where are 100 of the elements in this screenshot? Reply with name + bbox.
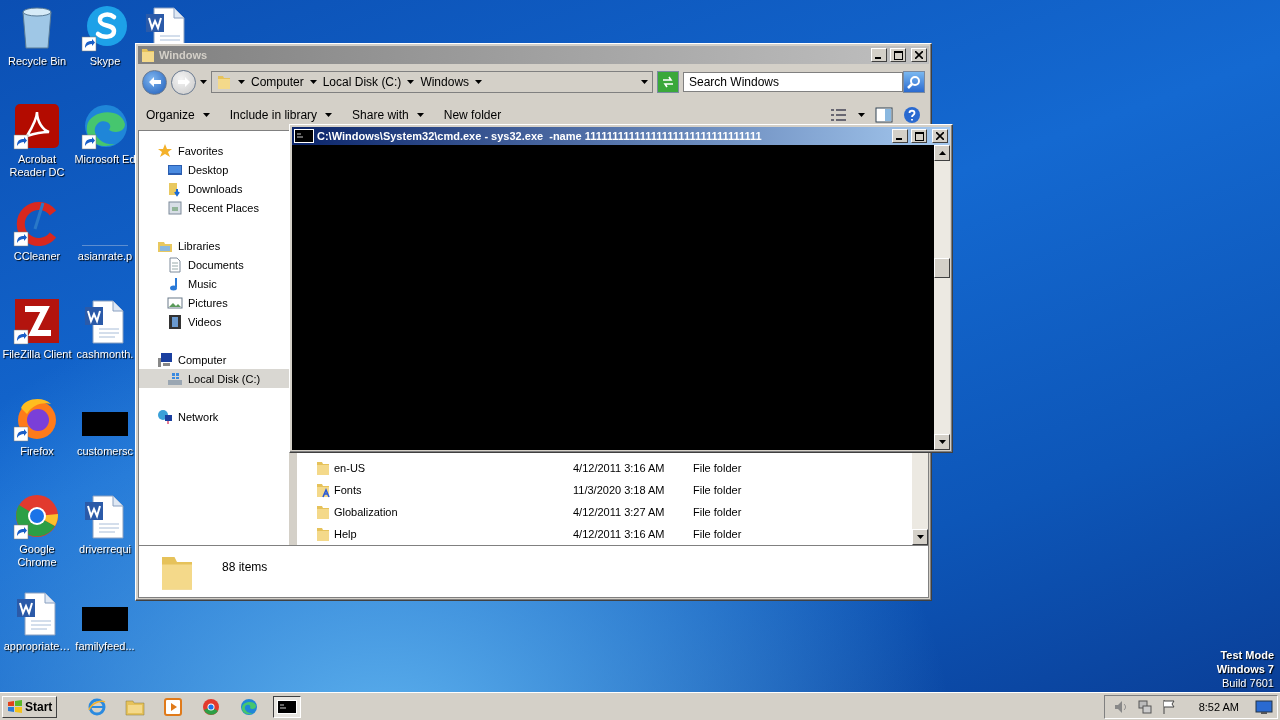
address-bar[interactable]: Computer Local Disk (C:) Windows — [211, 71, 653, 93]
toolbar-button[interactable]: Include in library — [229, 108, 333, 122]
toolbar-button[interactable]: New folder — [443, 108, 502, 122]
toolbar-button[interactable]: Organize — [146, 108, 210, 122]
help-icon[interactable] — [903, 106, 921, 124]
preview-pane-icon[interactable] — [875, 107, 893, 123]
scroll-down-icon — [938, 440, 946, 444]
recent-places-icon — [167, 199, 183, 216]
computer-icon — [157, 351, 173, 368]
play-icon[interactable] — [164, 697, 183, 716]
console-icon[interactable] — [294, 129, 314, 143]
maximize-button[interactable] — [911, 129, 927, 143]
sidebar-item[interactable]: Computer — [139, 350, 289, 369]
desktop-icon-label[interactable]: Microsoft Ed — [74, 152, 136, 166]
s-logo-icon — [81, 4, 129, 52]
caret-icon — [407, 80, 415, 84]
document-icon — [167, 256, 183, 273]
picture-icon — [167, 294, 183, 311]
desktop-icon-label[interactable]: Acrobat Reader DC — [1, 152, 73, 179]
sidebar-item[interactable]: Music — [139, 274, 289, 293]
desktop-icon-label[interactable]: Firefox — [20, 445, 54, 458]
swirl-logo-icon[interactable] — [240, 697, 259, 716]
desktop-icon-label[interactable]: cashmonth. — [76, 347, 134, 361]
sidebar-item[interactable]: Pictures — [139, 293, 289, 312]
desktop-notice: Build 7601 — [1222, 676, 1274, 690]
redacted-icon — [82, 607, 128, 631]
file-date: 11/3/2020 3:18 AM — [573, 484, 666, 496]
desktop-notice: Windows 7 — [1216, 662, 1274, 676]
browser-e-icon[interactable] — [88, 697, 107, 716]
minimize-button[interactable] — [892, 129, 908, 143]
scroll-down-button[interactable] — [934, 434, 950, 450]
folder-icon — [216, 74, 232, 90]
scroll-up-button[interactable] — [934, 145, 950, 161]
view-options-icon[interactable] — [830, 108, 848, 122]
desktop-notice: Test Mode — [1220, 648, 1274, 662]
desktop-icon-label[interactable]: Recycle Bin — [7, 55, 67, 68]
maximize-icon — [914, 131, 924, 141]
show-desktop-icon[interactable] — [1255, 698, 1273, 715]
document-logo-icon — [13, 101, 61, 150]
scroll-down-button[interactable] — [912, 529, 928, 545]
fonts-folder-icon — [315, 482, 331, 498]
back-button[interactable] — [142, 69, 167, 95]
search-field[interactable]: Search Windows — [683, 72, 903, 92]
clock[interactable]: 8:52 AM — [1198, 700, 1239, 713]
close-button[interactable] — [911, 48, 927, 62]
scroll-thumb[interactable] — [934, 257, 950, 278]
sidebar-item[interactable]: Local Disk (C:) — [139, 369, 289, 388]
search-button[interactable] — [903, 71, 925, 93]
address-dropdown-icon — [641, 80, 648, 84]
sidebar-item[interactable]: Libraries — [139, 236, 289, 255]
sidebar-item[interactable]: Network — [139, 407, 289, 426]
desktop-icon-label[interactable]: appropriate… — [3, 640, 71, 653]
desktop-icon-label[interactable]: driverrequi — [79, 542, 131, 556]
sidebar-item[interactable]: Videos — [139, 312, 289, 331]
window-title: Windows — [159, 49, 209, 61]
caret-icon — [416, 113, 424, 117]
desktop-icon-label[interactable]: asianrate.p — [77, 250, 133, 263]
folder-download-icon — [167, 180, 183, 197]
file-type: File folder — [693, 462, 743, 474]
close-icon — [936, 132, 944, 140]
sidebar-item[interactable]: Favorites — [139, 141, 289, 160]
desktop-icon-label[interactable]: familyfeed... — [75, 640, 135, 653]
desktop-icon-label[interactable]: customersc — [76, 445, 134, 458]
desktop-icon-label[interactable]: Skype — [89, 55, 121, 68]
maximize-button[interactable] — [890, 48, 906, 62]
file-name: Globalization — [334, 506, 398, 518]
desktop-icon-label[interactable]: FileZilla Client — [2, 347, 72, 361]
sidebar-item[interactable]: Recent Places — [139, 198, 289, 217]
flag-icon[interactable] — [1160, 698, 1177, 715]
forward-button[interactable] — [171, 69, 196, 95]
desktop-icon-label[interactable]: CCleaner — [13, 250, 61, 263]
app-logo-icon — [13, 296, 61, 345]
breadcrumb-item[interactable]: Windows — [420, 75, 470, 89]
close-button[interactable] — [932, 129, 948, 143]
network-icon[interactable] — [1136, 698, 1153, 715]
breadcrumb-item[interactable]: Computer — [251, 75, 304, 89]
browser-logo-icon[interactable] — [202, 697, 221, 716]
globe-icon — [157, 408, 173, 425]
start-button[interactable]: Start — [2, 695, 58, 718]
caret-icon — [325, 113, 333, 117]
breadcrumb-item[interactable]: Local Disk (C:) — [322, 75, 402, 89]
search-icon — [907, 75, 921, 89]
sidebar-item[interactable]: Documents — [139, 255, 289, 274]
toolbar-button[interactable]: Share with — [352, 108, 424, 122]
file-name: en-US — [334, 462, 366, 474]
sidebar-item[interactable]: Desktop — [139, 160, 289, 179]
folder-icon — [140, 47, 156, 63]
windows-flag-icon — [7, 699, 23, 714]
desktop-icon-label[interactable]: Google Chrome — [1, 542, 73, 569]
view-menu-caret-icon — [858, 113, 865, 117]
sidebar-item[interactable]: Downloads — [139, 179, 289, 198]
file-date: 4/12/2011 3:27 AM — [573, 506, 666, 518]
minimize-button[interactable] — [871, 48, 887, 62]
folder-icon — [315, 526, 331, 542]
refresh-button[interactable] — [657, 71, 679, 93]
star-icon — [157, 142, 173, 159]
file-name: Fonts — [334, 484, 362, 496]
film-icon — [167, 313, 183, 330]
folder-icon — [315, 504, 331, 520]
window-title: C:\Windows\System32\cmd.exe - sys32.exe -name 11111111111111111111111111111111 — [317, 130, 763, 142]
